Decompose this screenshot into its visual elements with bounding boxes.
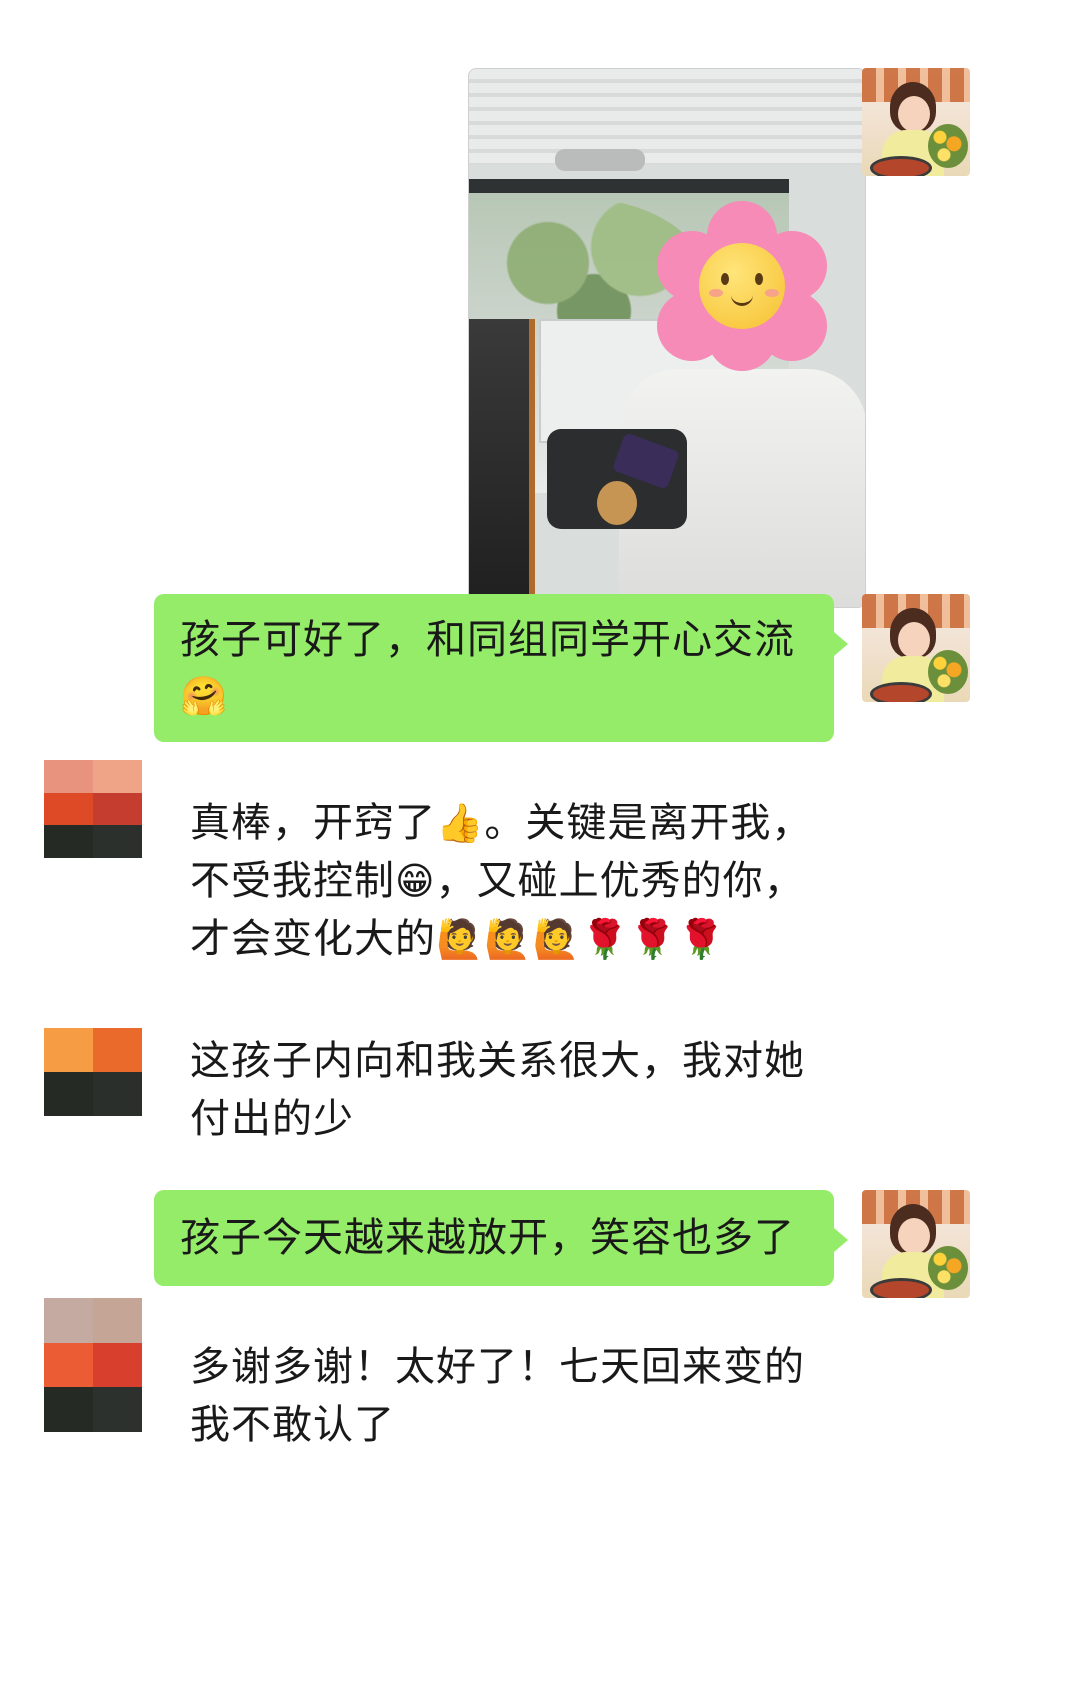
message-text: ，又碰上优秀的你， bbox=[435, 858, 805, 904]
message-text: 我不敢认了 bbox=[190, 1402, 395, 1448]
self-message-bubble[interactable]: 孩子今天越来越放开，笑容也多了 bbox=[154, 1190, 848, 1286]
message-text: 多谢多谢！太好了！七天回来变的 bbox=[190, 1344, 805, 1390]
chat-photo-message[interactable] bbox=[468, 68, 866, 608]
message-line: 不受我控制😁，又碰上优秀的你， bbox=[190, 852, 818, 910]
thumbs-up-emoji-icon: 👍 bbox=[436, 801, 485, 845]
message-line: 才会变化大的🙋🙋🙋🌹🌹🌹 bbox=[190, 910, 818, 968]
friend-message-bubble[interactable]: 真棒，开窍了👍。关键是离开我， 不受我控制😁，又碰上优秀的你， 才会变化大的🙋🙋… bbox=[164, 794, 844, 968]
message-text: 孩子今天越来越放开，笑容也多了 bbox=[180, 1215, 795, 1261]
avatar-mosaic-cell bbox=[44, 1072, 93, 1116]
self-message-bubble[interactable]: 孩子可好了，和同组同学开心交流 🤗 bbox=[154, 594, 848, 742]
avatar-mosaic-cell bbox=[44, 1342, 93, 1388]
self-avatar[interactable] bbox=[862, 68, 970, 176]
message-text: 。关键是离开我， bbox=[484, 800, 813, 846]
avatar-mosaic-cell bbox=[44, 1387, 93, 1432]
message-text: 孩子可好了，和同组同学开心交流 bbox=[180, 617, 795, 663]
avatar-mosaic-cell bbox=[93, 792, 142, 826]
avatar-mosaic-cell bbox=[44, 760, 93, 793]
message-text: 付出的少 bbox=[190, 1096, 354, 1142]
message-text: 这孩子内向和我关系很大，我对她 bbox=[190, 1038, 805, 1084]
avatar-mosaic-cell bbox=[93, 825, 142, 858]
avatar-mosaic-cell bbox=[44, 1298, 93, 1343]
avatar-mosaic-cell bbox=[44, 825, 93, 858]
message-text: 真棒，开窍了 bbox=[190, 800, 436, 846]
avatar-mosaic-cell bbox=[44, 792, 93, 826]
message-text: 不受我控制 bbox=[190, 858, 395, 904]
friend-avatar[interactable] bbox=[44, 1028, 142, 1116]
friend-message-bubble[interactable]: 这孩子内向和我关系很大，我对她 付出的少 bbox=[164, 1032, 844, 1148]
flower-face-sticker-icon bbox=[657, 201, 827, 371]
friend-avatar[interactable] bbox=[44, 1298, 142, 1432]
friend-message-bubble[interactable]: 多谢多谢！太好了！七天回来变的 我不敢认了 bbox=[164, 1338, 844, 1454]
avatar-mosaic-cell bbox=[93, 1342, 142, 1388]
self-avatar[interactable] bbox=[862, 594, 970, 702]
avatar-mosaic-cell bbox=[93, 1028, 142, 1072]
message-line: 真棒，开窍了👍。关键是离开我， bbox=[190, 794, 818, 852]
emoji-sequence-icon: 🙋🙋🙋🌹🌹🌹 bbox=[436, 917, 726, 961]
avatar-mosaic-cell bbox=[93, 1387, 142, 1432]
photo-bear-toy bbox=[597, 481, 637, 525]
message-text: 才会变化大的 bbox=[190, 916, 436, 962]
avatar-mosaic-cell bbox=[93, 1072, 142, 1116]
self-avatar[interactable] bbox=[862, 1190, 970, 1298]
avatar-mosaic-cell bbox=[93, 760, 142, 793]
avatar-mosaic-cell bbox=[93, 1298, 142, 1343]
hug-emoji-icon: 🤗 bbox=[180, 674, 229, 718]
photo-ceiling-light bbox=[555, 149, 645, 171]
avatar-mosaic-cell bbox=[44, 1028, 93, 1072]
photo-seat bbox=[469, 319, 535, 607]
grin-emoji-icon: 😁 bbox=[395, 859, 436, 903]
friend-avatar[interactable] bbox=[44, 760, 142, 858]
photo-ceiling bbox=[469, 69, 865, 165]
